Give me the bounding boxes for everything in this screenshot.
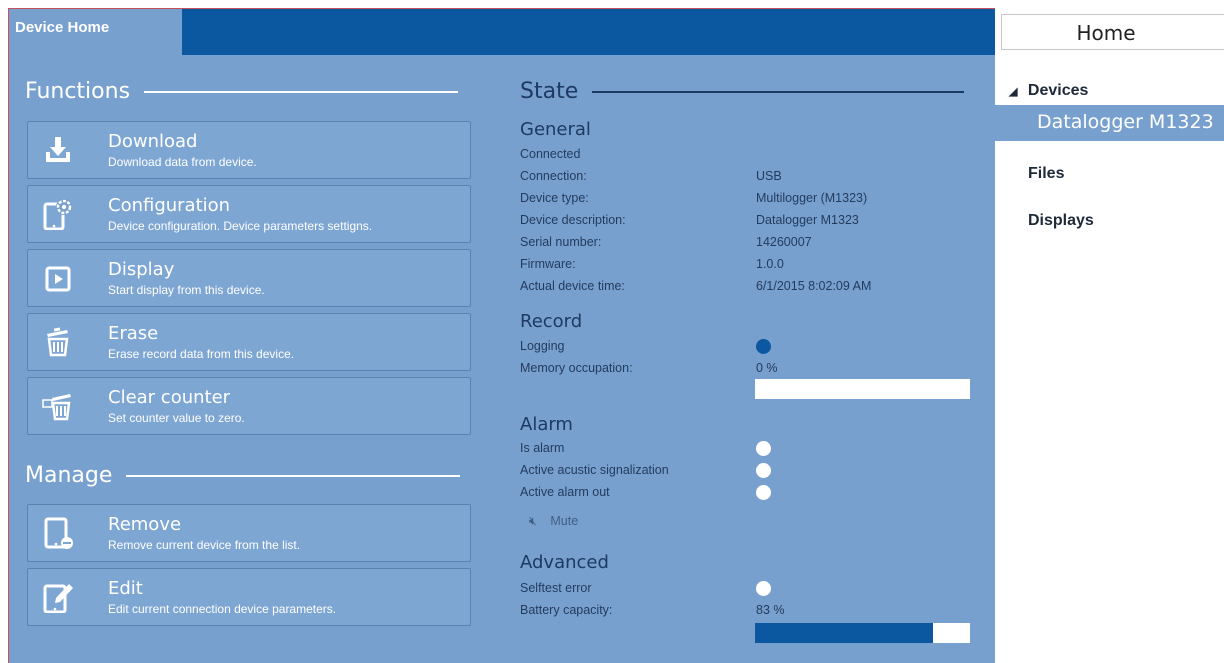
display-title: Display (108, 259, 175, 280)
erase-desc: Erase record data from this device. (108, 347, 295, 361)
memory-occupation-bar (755, 379, 970, 399)
device-item-selected[interactable]: Datalogger M1323 (995, 105, 1224, 141)
battery-capacity-label: Battery capacity: (520, 603, 613, 617)
alarm-heading: Alarm (520, 414, 573, 435)
edit-desc: Edit current connection device parameter… (108, 602, 337, 616)
remove-desc: Remove current device from the list. (108, 538, 301, 552)
memory-occupation-value: 0 % (756, 361, 778, 375)
display-desc: Start display from this device. (108, 283, 265, 297)
battery-capacity-bar (755, 623, 970, 643)
device-home-panel: Device Home Functions Download Download … (8, 8, 995, 663)
clear-counter-icon (42, 394, 71, 421)
device-type-label: Device type: (520, 191, 589, 205)
displays-nav-item[interactable]: Displays (1028, 212, 1094, 230)
device-time-value: 6/1/2015 8:02:09 AM (756, 279, 872, 293)
device-type-value: Multilogger (M1323) (756, 191, 868, 205)
download-icon (46, 137, 70, 162)
speaker-muted-icon: 🔇︎ (529, 514, 537, 528)
clear-counter-desc: Set counter value to zero. (108, 411, 245, 425)
divider (126, 474, 461, 477)
erase-title: Erase (108, 323, 159, 344)
erase-button[interactable]: Erase Erase record data from this device… (27, 313, 471, 371)
mute-button[interactable]: 🔇︎ Mute (529, 514, 578, 529)
display-button[interactable]: Display Start display from this device. (27, 249, 471, 307)
is-alarm-indicator (756, 441, 771, 456)
divider (144, 90, 459, 93)
clear-counter-button[interactable]: Clear counter Set counter value to zero. (27, 377, 471, 435)
firmware-value: 1.0.0 (756, 257, 784, 271)
collapse-triangle-icon[interactable]: ◢ (1009, 86, 1017, 98)
memory-occupation-label: Memory occupation: (520, 361, 633, 375)
serial-number-value: 14260007 (756, 235, 812, 249)
tab-device-home[interactable]: Device Home (9, 9, 182, 55)
configuration-title: Configuration (108, 195, 231, 216)
download-button[interactable]: Download Download data from device. (27, 121, 471, 179)
download-title: Download (108, 131, 198, 152)
advanced-heading: Advanced (520, 552, 609, 573)
state-heading: State (520, 79, 965, 104)
edit-title: Edit (108, 578, 143, 599)
device-time-label: Actual device time: (520, 279, 625, 293)
functions-heading: Functions (25, 79, 459, 104)
device-description-label: Device description: (520, 213, 626, 227)
connection-value: USB (756, 169, 782, 183)
configuration-desc: Device configuration. Device parameters … (108, 219, 373, 233)
device-description-value: Datalogger M1323 (756, 213, 859, 227)
remove-button[interactable]: Remove Remove current device from the li… (27, 504, 471, 562)
alarm-out-indicator (756, 485, 771, 500)
clear-counter-title: Clear counter (108, 387, 231, 408)
selftest-error-indicator (756, 581, 771, 596)
logging-label: Logging (520, 339, 565, 353)
record-heading: Record (520, 311, 583, 332)
remove-title: Remove (108, 514, 182, 535)
mute-label: Mute (550, 514, 579, 528)
acustic-signalization-indicator (756, 463, 771, 478)
erase-icon (47, 327, 69, 357)
alarm-out-label: Active alarm out (520, 485, 610, 499)
edit-button[interactable]: Edit Edit current connection device para… (27, 568, 471, 626)
acustic-signalization-label: Active acustic signalization (520, 463, 669, 477)
connected-status: Connected (520, 147, 581, 161)
connection-label: Connection: (520, 169, 587, 183)
files-nav-item[interactable]: Files (1028, 165, 1064, 183)
serial-number-label: Serial number: (520, 235, 602, 249)
manage-heading: Manage (25, 463, 461, 488)
battery-capacity-value: 83 % (756, 603, 785, 617)
selftest-error-label: Selftest error (520, 581, 592, 595)
remove-device-icon (44, 517, 73, 549)
divider (592, 90, 965, 93)
devices-label: Devices (1027, 82, 1089, 99)
download-desc: Download data from device. (108, 155, 257, 169)
configuration-icon (43, 199, 72, 230)
general-heading: General (520, 119, 591, 140)
navigation-sidebar: Home ◢ Devices Datalogger M1323 Files Di… (995, 8, 1224, 663)
battery-capacity-fill (755, 623, 934, 643)
logging-indicator (756, 339, 771, 354)
devices-tree-node[interactable]: ◢ Devices (1009, 82, 1088, 100)
firmware-label: Firmware: (520, 257, 576, 271)
home-button[interactable]: Home (1001, 14, 1224, 50)
display-icon (45, 266, 71, 292)
is-alarm-label: Is alarm (520, 441, 565, 455)
edit-icon (43, 584, 73, 613)
configuration-button[interactable]: Configuration Device configuration. Devi… (27, 185, 471, 243)
